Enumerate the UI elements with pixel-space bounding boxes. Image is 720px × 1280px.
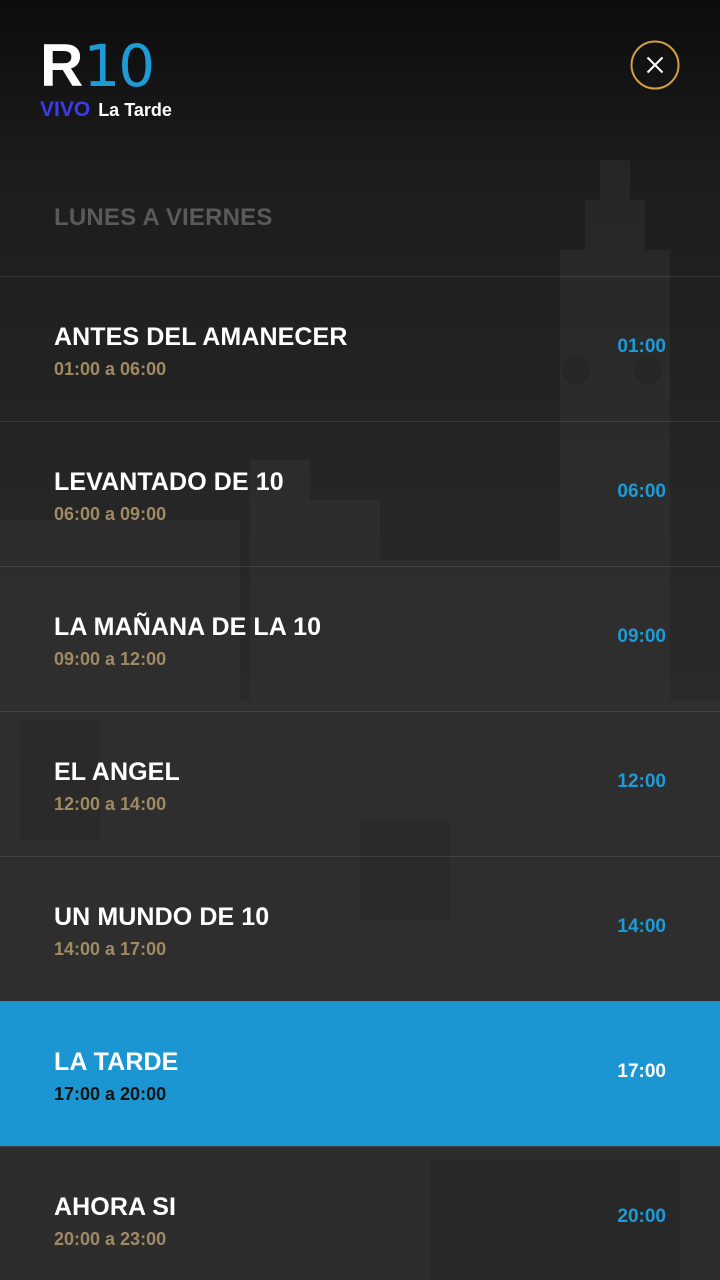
schedule-row[interactable]: EL ANGEL 12:00 a 14:00 12:00	[0, 711, 720, 856]
program-name: LA MAÑANA DE LA 10	[54, 613, 322, 641]
schedule-row[interactable]: LA MAÑANA DE LA 10 09:00 a 12:00 09:00	[0, 566, 720, 711]
program-name: LA TARDE	[54, 1048, 179, 1076]
program-start-time: 09:00	[617, 626, 666, 647]
logo-letter: R	[40, 32, 83, 99]
live-program-name: La Tarde	[98, 100, 172, 120]
logo-number: 10	[83, 32, 155, 100]
close-button[interactable]	[630, 40, 680, 90]
program-name: ANTES DEL AMANECER	[54, 323, 348, 351]
schedule-row[interactable]: AHORA SI 20:00 a 23:00 20:00	[0, 1146, 720, 1280]
schedule-row[interactable]: UN MUNDO DE 10 14:00 a 17:00 14:00	[0, 856, 720, 1001]
program-name: AHORA SI	[54, 1193, 177, 1221]
program-name: LEVANTADO DE 10	[54, 468, 284, 496]
program-name: EL ANGEL	[54, 758, 180, 786]
program-time-range: 12:00 a 14:00	[54, 794, 167, 814]
close-icon	[630, 40, 680, 90]
program-start-time: 14:00	[617, 916, 666, 937]
schedule-row[interactable]: ANTES DEL AMANECER 01:00 a 06:00 01:00	[0, 276, 720, 421]
program-start-time: 20:00	[617, 1206, 666, 1227]
program-time-range: 14:00 a 17:00	[54, 939, 167, 959]
schedule-row[interactable]: LA TARDE 17:00 a 20:00 17:00	[0, 1001, 720, 1146]
program-start-time: 06:00	[617, 481, 666, 502]
live-indicator: VIVO La Tarde	[40, 98, 172, 122]
program-start-time: 17:00	[617, 1061, 666, 1082]
program-start-time: 12:00	[617, 771, 666, 792]
program-time-range: 01:00 a 06:00	[54, 359, 167, 379]
program-time-range: 17:00 a 20:00	[54, 1084, 167, 1104]
schedule-section-title: LUNES A VIERNES	[54, 204, 273, 231]
program-time-range: 09:00 a 12:00	[54, 649, 167, 669]
radio-logo: R 10	[40, 32, 155, 100]
program-time-range: 20:00 a 23:00	[54, 1229, 167, 1249]
schedule-screen: R 10 VIVO La Tarde LUNES A VIERNES ANTES…	[0, 0, 720, 1280]
header: R 10 VIVO La Tarde	[0, 0, 720, 160]
schedule-list: ANTES DEL AMANECER 01:00 a 06:00 01:00 LEVA…	[0, 276, 720, 1280]
live-badge: VIVO	[40, 98, 91, 121]
program-start-time: 01:00	[617, 336, 666, 357]
schedule-row[interactable]: LEVANTADO DE 10 06:00 a 09:00 06:00	[0, 421, 720, 566]
program-time-range: 06:00 a 09:00	[54, 504, 167, 524]
program-name: UN MUNDO DE 10	[54, 903, 270, 931]
